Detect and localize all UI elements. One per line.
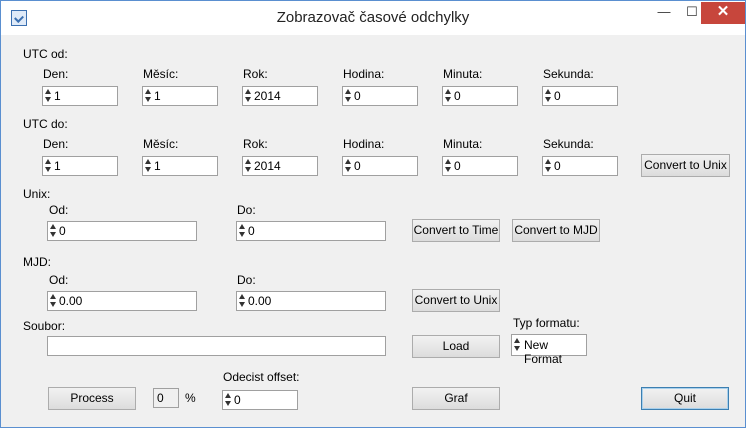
minimize-button[interactable]: — [649, 2, 679, 24]
window-title: Zobrazovač časové odchylky [276, 9, 470, 26]
process-button[interactable]: Process [48, 387, 136, 410]
utc-od-hodina-label: Hodina: [343, 67, 385, 81]
utc-do-hodina-label: Hodina: [343, 137, 385, 151]
convert-to-mjd-button[interactable]: Convert to MJD [512, 219, 600, 242]
spinner-arrows-icon[interactable] [244, 158, 252, 174]
utc-convert-to-unix-button[interactable]: Convert to Unix [641, 154, 730, 177]
spinner-arrows-icon[interactable] [144, 88, 152, 104]
load-button[interactable]: Load [412, 335, 500, 358]
convert-to-time-button[interactable]: Convert to Time [412, 219, 500, 242]
spinner-arrows-icon[interactable] [238, 293, 246, 309]
utc-od-mesic-label: Měsíc: [143, 67, 179, 81]
utc-od-sekunda-spinner[interactable]: 0 [542, 86, 618, 106]
utc-do-label: UTC do: [23, 117, 68, 131]
utc-do-den-label: Den: [43, 137, 69, 151]
progress-value: 0 [153, 388, 179, 408]
spinner-arrows-icon[interactable] [444, 158, 452, 174]
utc-do-sekunda-spinner[interactable]: 0 [542, 156, 618, 176]
percent-sign: % [185, 391, 196, 405]
spinner-arrows-icon[interactable] [344, 88, 352, 104]
spinner-arrows-icon[interactable] [544, 158, 552, 174]
offset-spinner[interactable]: 0 [222, 390, 298, 410]
utc-do-den-spinner[interactable]: 1 [42, 156, 118, 176]
unix-do-label: Do: [237, 203, 256, 217]
utc-od-hodina-spinner[interactable]: 0 [342, 86, 418, 106]
mjd-od-label: Od: [49, 273, 69, 287]
unix-do-spinner[interactable]: 0 [236, 221, 386, 241]
utc-od-den-spinner[interactable]: 1 [42, 86, 118, 106]
utc-od-minuta-spinner[interactable]: 0 [442, 86, 518, 106]
soubor-label: Soubor: [23, 319, 66, 333]
spinner-arrows-icon[interactable] [224, 392, 232, 408]
utc-do-rok-spinner[interactable]: 2014 [242, 156, 318, 176]
mjd-do-label: Do: [237, 273, 256, 287]
utc-od-rok-spinner[interactable]: 2014 [242, 86, 318, 106]
unix-od-spinner[interactable]: 0 [47, 221, 197, 241]
quit-button[interactable]: Quit [641, 387, 729, 410]
utc-do-rok-label: Rok: [243, 137, 268, 151]
unix-od-label: Od: [49, 203, 69, 217]
utc-do-mesic-spinner[interactable]: 1 [142, 156, 218, 176]
utc-od-sekunda-label: Sekunda: [543, 67, 594, 81]
soubor-input[interactable] [47, 336, 386, 356]
spinner-arrows-icon[interactable] [344, 158, 352, 174]
title-bar: Zobrazovač časové odchylky — ☐ ✕ [1, 1, 745, 35]
utc-do-mesic-label: Měsíc: [143, 137, 179, 151]
utc-od-den-label: Den: [43, 67, 69, 81]
graf-button[interactable]: Graf [412, 387, 500, 410]
mjd-do-spinner[interactable]: 0.00 [236, 291, 386, 311]
spinner-arrows-icon[interactable] [244, 88, 252, 104]
format-type-label: Typ formatu: [513, 316, 580, 330]
spinner-arrows-icon[interactable] [544, 88, 552, 104]
utc-do-minuta-label: Minuta: [443, 137, 483, 151]
utc-od-mesic-spinner[interactable]: 1 [142, 86, 218, 106]
utc-do-minuta-spinner[interactable]: 0 [442, 156, 518, 176]
mjd-convert-to-unix-button[interactable]: Convert to Unix [412, 289, 500, 312]
utc-do-hodina-spinner[interactable]: 0 [342, 156, 418, 176]
utc-do-sekunda-label: Sekunda: [543, 137, 594, 151]
utc-od-rok-label: Rok: [243, 67, 268, 81]
offset-label: Odecist offset: [223, 370, 300, 384]
mjd-label: MJD: [23, 255, 51, 269]
spinner-arrows-icon[interactable] [49, 223, 57, 239]
spinner-arrows-icon[interactable] [238, 223, 246, 239]
spinner-arrows-icon[interactable] [513, 337, 521, 353]
spinner-arrows-icon[interactable] [444, 88, 452, 104]
mjd-od-spinner[interactable]: 0.00 [47, 291, 197, 311]
format-type-selector[interactable]: New Format [511, 334, 587, 366]
spinner-arrows-icon[interactable] [144, 158, 152, 174]
utc-od-label: UTC od: [23, 47, 68, 61]
utc-od-minuta-label: Minuta: [443, 67, 483, 81]
spinner-arrows-icon[interactable] [44, 158, 52, 174]
unix-label: Unix: [23, 187, 51, 201]
main-window: Zobrazovač časové odchylky — ☐ ✕ UTC od:… [0, 0, 746, 428]
spinner-arrows-icon[interactable] [49, 293, 57, 309]
close-button[interactable]: ✕ [701, 2, 745, 24]
spinner-arrows-icon[interactable] [44, 88, 52, 104]
